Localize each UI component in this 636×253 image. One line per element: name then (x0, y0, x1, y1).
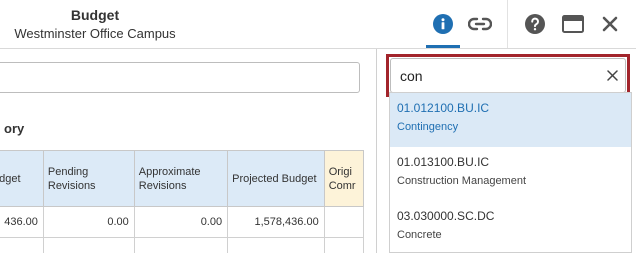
result-code: 01.012100.BU.IC (397, 101, 490, 115)
column-header-original-commitments[interactable]: Origi Comr (323, 150, 365, 207)
cell-original-commitments (323, 206, 365, 238)
close-button[interactable] (596, 10, 624, 38)
search-input[interactable] (390, 58, 626, 93)
close-icon (602, 16, 618, 32)
window-icon (562, 15, 584, 33)
cell-budget: 436.00 (0, 206, 44, 238)
table-row[interactable]: 436.00 0.00 0.00 1,578,436.00 (0, 206, 365, 238)
cell-projected-budget: 1,578,436.00 (227, 206, 325, 238)
cell-empty (0, 237, 44, 253)
info-icon (433, 14, 453, 34)
clear-icon (606, 69, 618, 81)
search-result-option[interactable]: 01.013100.BU.IC Construction Management (390, 147, 631, 201)
column-header-budget[interactable]: udget (0, 150, 44, 207)
result-name: Construction Management (397, 175, 527, 187)
link-button[interactable] (466, 10, 494, 38)
result-code: 01.013100.BU.IC (397, 155, 490, 169)
page-subtitle: Westminster Office Campus (14, 26, 176, 41)
section-heading: ory (4, 121, 25, 136)
cell-empty (133, 237, 229, 253)
cell-empty (227, 237, 325, 253)
help-button[interactable] (521, 10, 549, 38)
window-button[interactable] (559, 10, 587, 38)
page-title: Budget (70, 7, 120, 23)
left-panel: ory udget Pending Revisions Approximate … (0, 49, 376, 253)
cell-empty (42, 237, 135, 253)
column-header-pending-revisions[interactable]: Pending Revisions (42, 150, 135, 207)
column-header-projected-budget[interactable]: Projected Budget (227, 150, 325, 207)
search-result-option[interactable]: 01.012100.BU.IC Contingency (390, 93, 631, 147)
column-header-approximate-revisions[interactable]: Approximate Revisions (133, 150, 229, 207)
cell-pending-revisions: 0.00 (42, 206, 135, 238)
panel-divider[interactable] (376, 49, 377, 253)
header-divider (507, 0, 508, 48)
budget-grid: udget Pending Revisions Approximate Revi… (0, 150, 376, 253)
help-icon (525, 14, 545, 34)
search-results-dropdown: 01.012100.BU.IC Contingency 01.013100.BU… (389, 92, 632, 253)
search-result-option[interactable]: 03.030000.SC.DC Concrete (390, 201, 631, 252)
result-name: Contingency (397, 121, 459, 133)
filter-input[interactable] (0, 62, 360, 93)
cell-approximate-revisions: 0.00 (133, 206, 229, 238)
result-name: Concrete (397, 229, 442, 241)
table-row[interactable] (0, 237, 365, 253)
link-icon (468, 17, 492, 31)
info-button[interactable] (429, 10, 457, 38)
header-bar: Budget Westminster Office Campus (0, 0, 636, 49)
title-block: Budget Westminster Office Campus (0, 6, 190, 42)
clear-search-button[interactable] (604, 67, 620, 83)
result-code: 03.030000.SC.DC (397, 209, 495, 223)
cell-empty (323, 237, 365, 253)
active-tab-indicator (426, 45, 460, 48)
